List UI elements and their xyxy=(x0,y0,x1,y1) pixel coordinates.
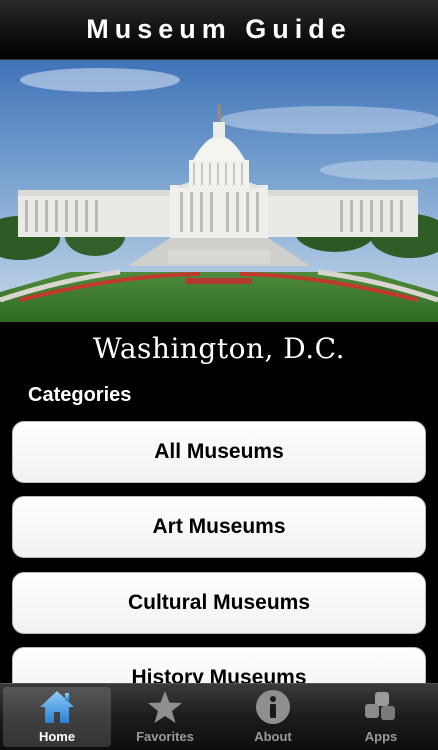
info-icon xyxy=(253,687,293,727)
tab-about[interactable]: About xyxy=(219,687,327,747)
tab-favorites[interactable]: Favorites xyxy=(111,687,219,747)
categories-heading: Categories xyxy=(28,384,132,406)
tab-apps-label: Apps xyxy=(364,729,398,744)
tab-home[interactable]: Home xyxy=(3,687,111,747)
tab-about-label: About xyxy=(254,729,292,744)
app-title: Museum Guide xyxy=(86,14,352,44)
star-icon xyxy=(145,687,185,727)
city-name: Washington, D.C. xyxy=(93,332,345,365)
title-bar: Museum Guide xyxy=(0,0,438,60)
category-all-museums-button[interactable]: All Museums xyxy=(12,421,426,483)
tab-apps[interactable]: Apps xyxy=(327,687,435,747)
category-art-museums-button[interactable]: Art Museums xyxy=(12,496,426,558)
tab-home-label: Home xyxy=(38,729,76,744)
apps-icon xyxy=(361,687,401,727)
tab-bar: Home Favorites About Apps xyxy=(0,683,438,750)
house-icon xyxy=(37,687,77,727)
tab-favorites-label: Favorites xyxy=(136,729,194,744)
capitol-photo xyxy=(0,60,438,322)
category-cultural-museums-button[interactable]: Cultural Museums xyxy=(12,572,426,634)
